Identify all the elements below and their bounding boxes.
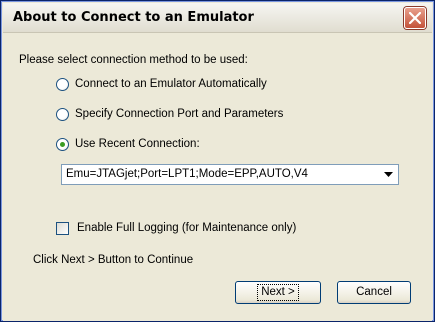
dialog-window: About to Connect to an Emulator Please s… [0, 0, 435, 322]
close-button[interactable] [404, 7, 426, 29]
radio-recent-connection[interactable] [56, 138, 69, 151]
recent-connection-select[interactable]: Emu=JTAGjet;Port=LPT1;Mode=EPP,AUTO,V4 [61, 164, 399, 185]
radio-auto-connect-label[interactable]: Connect to an Emulator Automatically [75, 78, 267, 90]
logging-checkbox[interactable] [56, 222, 69, 235]
prompt-label: Please select connection method to be us… [19, 54, 248, 66]
radio-selected-dot [60, 142, 65, 147]
radio-auto-connect[interactable] [56, 78, 69, 91]
continue-hint: Click Next > Button to Continue [33, 254, 194, 266]
title-bar[interactable]: About to Connect to an Emulator [3, 3, 432, 33]
dialog-body: Please select connection method to be us… [3, 34, 432, 321]
radio-recent-connection-label[interactable]: Use Recent Connection: [75, 138, 200, 150]
cancel-button[interactable]: Cancel [337, 281, 411, 304]
next-button[interactable]: Next > [235, 281, 321, 304]
window-title: About to Connect to an Emulator [13, 10, 254, 25]
next-button-label: Next > [257, 284, 299, 301]
close-icon [409, 12, 421, 24]
cancel-button-label: Cancel [356, 286, 392, 298]
recent-connection-value: Emu=JTAGjet;Port=LPT1;Mode=EPP,AUTO,V4 [66, 168, 308, 180]
radio-specify-port[interactable] [56, 108, 69, 121]
chevron-down-icon [384, 172, 393, 177]
radio-specify-port-label[interactable]: Specify Connection Port and Parameters [75, 108, 283, 120]
dropdown-button[interactable] [380, 166, 397, 183]
logging-checkbox-label[interactable]: Enable Full Logging (for Maintenance onl… [77, 222, 296, 234]
